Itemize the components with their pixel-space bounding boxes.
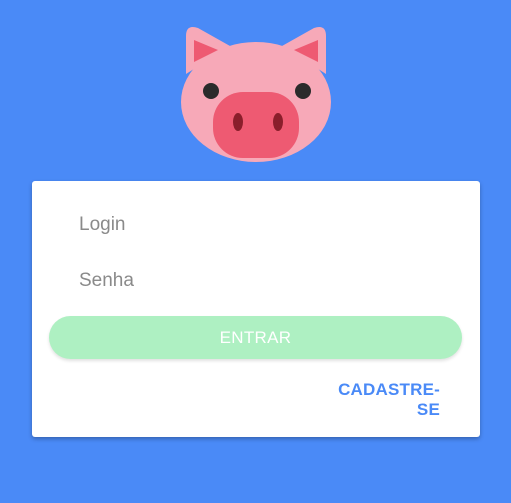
login-card: ENTRAR CADASTRE-SE: [32, 181, 480, 437]
enter-button[interactable]: ENTRAR: [49, 316, 462, 359]
pig-face-icon: [181, 27, 331, 162]
password-input[interactable]: [79, 264, 439, 298]
login-input[interactable]: [79, 208, 439, 242]
register-button[interactable]: CADASTRE-SE: [320, 380, 440, 419]
login-screen: ENTRAR CADASTRE-SE: [0, 0, 511, 503]
